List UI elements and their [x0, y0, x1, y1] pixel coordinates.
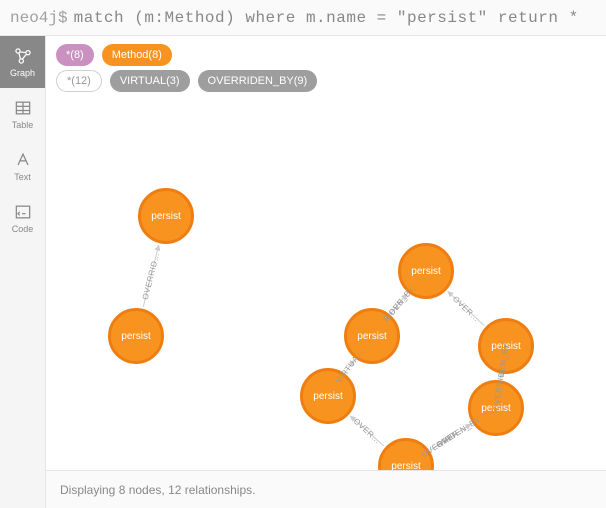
text-icon	[13, 150, 33, 170]
rel-chips-row: *(12) VIRTUAL(3) OVERRIDEN_BY(9)	[46, 70, 606, 96]
edge-label: RIDEN_BY	[381, 284, 416, 324]
query-text[interactable]: match (m:Method) where m.name = "persist…	[74, 9, 579, 27]
graph-canvas[interactable]: persistpersistpersistpersistpersistpersi…	[46, 96, 606, 470]
graph-node[interactable]: persist	[138, 188, 194, 244]
chip-all-nodes[interactable]: *(8)	[56, 44, 94, 66]
sidebar: Graph Table Text Code	[0, 36, 46, 508]
edge-label: VIRT…	[437, 425, 466, 448]
code-icon	[13, 202, 33, 222]
graph-node[interactable]: persist	[108, 308, 164, 364]
node-chips-row: *(8) Method(8)	[46, 36, 606, 70]
chip-overriden-by[interactable]: OVERRIDEN_BY(9)	[198, 70, 318, 92]
sidebar-item-label: Text	[14, 172, 31, 182]
edge-label: OVER…	[352, 417, 383, 446]
status-text: Displaying 8 nodes, 12 relationships.	[60, 483, 255, 497]
chip-virtual[interactable]: VIRTUAL(3)	[110, 70, 190, 92]
chip-method[interactable]: Method(8)	[102, 44, 172, 66]
table-icon	[13, 98, 33, 118]
sidebar-item-label: Table	[12, 120, 34, 130]
edge-label: OVER…	[451, 294, 481, 323]
sidebar-item-table[interactable]: Table	[0, 88, 45, 140]
sidebar-item-label: Code	[12, 224, 34, 234]
sidebar-item-code[interactable]: Code	[0, 192, 45, 244]
edge-label: OVERRID…	[141, 251, 161, 300]
sidebar-item-label: Graph	[10, 68, 35, 78]
query-bar: neo4j$ match (m:Method) where m.name = "…	[0, 0, 606, 36]
sidebar-item-text[interactable]: Text	[0, 140, 45, 192]
chip-all-rels[interactable]: *(12)	[56, 70, 102, 92]
status-footer: Displaying 8 nodes, 12 relationships.	[46, 470, 606, 508]
main: Graph Table Text Code *(8) Method(8) *(1…	[0, 36, 606, 508]
graph-icon	[13, 46, 33, 66]
content: *(8) Method(8) *(12) VIRTUAL(3) OVERRIDE…	[46, 36, 606, 508]
sidebar-item-graph[interactable]: Graph	[0, 36, 45, 88]
prompt-label: neo4j$	[10, 9, 68, 27]
